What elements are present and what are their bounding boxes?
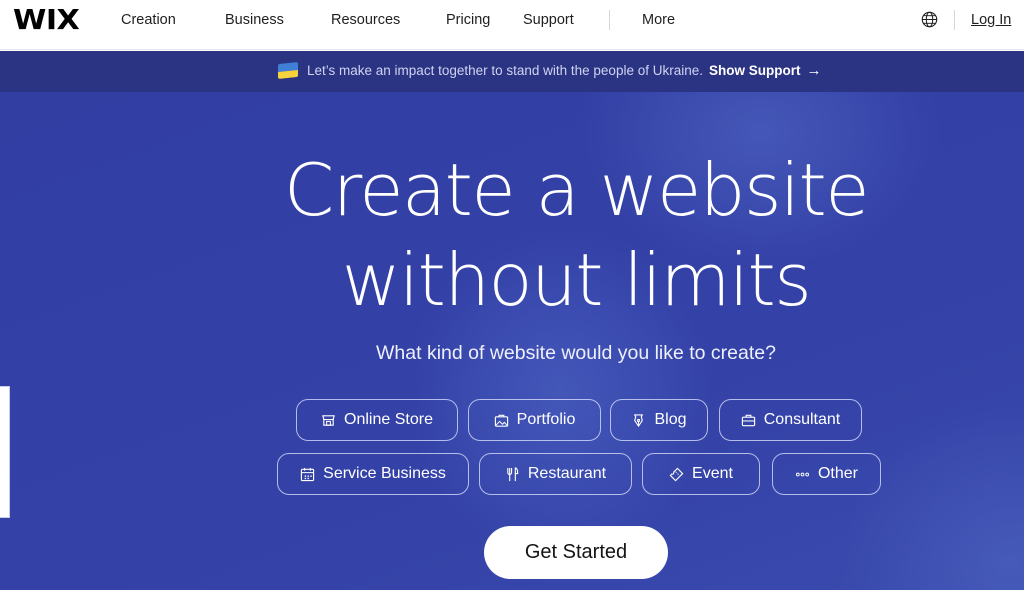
portfolio-icon xyxy=(494,414,508,427)
category-label: Service Business xyxy=(323,465,446,482)
ticket-icon xyxy=(669,467,684,481)
hero-subtitle: What kind of website would you like to c… xyxy=(376,342,776,364)
category-label: Other xyxy=(817,465,858,482)
nav-support[interactable]: Support xyxy=(523,11,574,29)
category-blog[interactable]: Blog xyxy=(610,399,708,441)
pen-nib-icon xyxy=(634,413,644,427)
utensils-icon xyxy=(507,466,519,481)
category-service-business[interactable]: Service Business xyxy=(277,453,469,495)
banner-text: Let’s make an impact together to stand w… xyxy=(307,63,703,78)
nav-resources[interactable]: Resources xyxy=(331,11,400,29)
nav-divider xyxy=(609,10,610,30)
arrow-right-icon[interactable]: → xyxy=(806,62,821,79)
show-support-link[interactable]: Show Support xyxy=(709,63,801,78)
category-label: Restaurant xyxy=(527,465,607,482)
category-restaurant[interactable]: Restaurant xyxy=(479,453,632,495)
category-label: Online Store xyxy=(344,411,433,428)
category-label: Event xyxy=(692,465,733,482)
login-divider xyxy=(954,10,955,30)
briefcase-icon xyxy=(741,414,755,426)
category-online-store[interactable]: Online Store xyxy=(296,399,458,441)
ukraine-flag-icon xyxy=(278,61,298,80)
wix-logo[interactable]: WIX xyxy=(13,4,80,36)
login-link[interactable]: Log In xyxy=(971,11,1011,29)
nav-more[interactable]: More xyxy=(642,11,675,29)
nav-creation[interactable]: Creation xyxy=(121,11,176,29)
nav-pricing[interactable]: Pricing xyxy=(446,11,490,29)
get-started-button[interactable]: Get Started xyxy=(484,526,668,579)
category-label: Portfolio xyxy=(516,411,576,428)
category-label: Blog xyxy=(654,411,687,428)
ukraine-banner: Let’s make an impact together to stand w… xyxy=(0,51,1024,92)
category-portfolio[interactable]: Portfolio xyxy=(468,399,601,441)
top-navigation: WIX Creation Business Resources Pricing … xyxy=(0,0,1024,50)
nav-business[interactable]: Business xyxy=(225,11,284,29)
hero-headline-line1: Create a website xyxy=(283,148,870,232)
more-dots-icon xyxy=(795,472,810,476)
hero-headline-line2: without limits xyxy=(341,238,812,322)
category-label: Consultant xyxy=(763,411,841,428)
store-icon xyxy=(322,414,335,426)
category-event[interactable]: Event xyxy=(642,453,760,495)
side-feedback-tab[interactable] xyxy=(0,386,10,518)
globe-icon[interactable] xyxy=(921,11,938,28)
calendar-icon xyxy=(300,467,315,481)
category-consultant[interactable]: Consultant xyxy=(719,399,862,441)
category-other[interactable]: Other xyxy=(772,453,881,495)
